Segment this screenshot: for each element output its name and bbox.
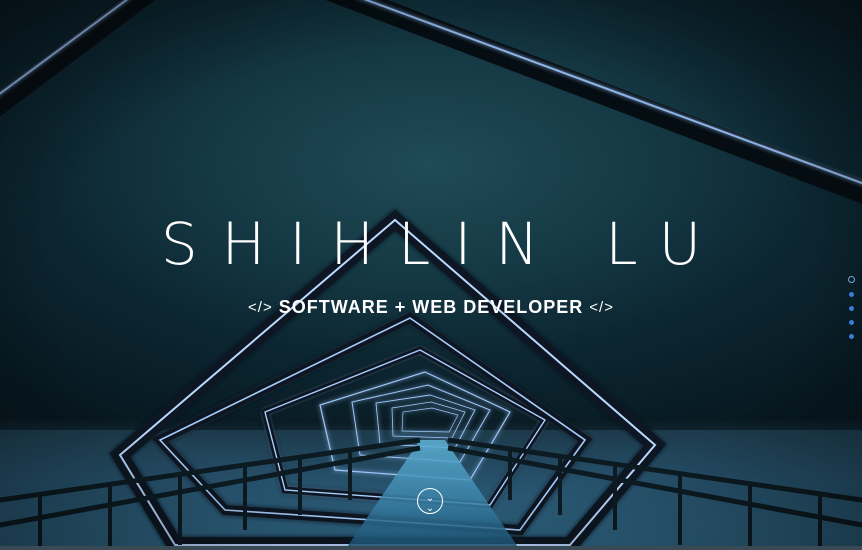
site-subtitle: </> SOFTWARE + WEB DEVELOPER </> [0, 297, 862, 318]
site-title: SHIHLIN LU [160, 210, 726, 278]
scroll-down-button[interactable]: ⌄ ⌄ [417, 488, 443, 514]
subtitle-text: SOFTWARE + WEB DEVELOPER [278, 297, 584, 317]
nav-dot-2[interactable] [848, 292, 854, 297]
nav-dot-3[interactable] [848, 306, 854, 311]
code-icon: </> [589, 299, 614, 316]
nav-dot-1[interactable] [847, 276, 855, 283]
bottom-bar [0, 546, 862, 550]
section-nav-dots [847, 276, 855, 348]
double-chevron-down-icon: ⌄ ⌄ [425, 493, 435, 514]
nav-dot-4[interactable] [848, 320, 854, 325]
code-icon: </> [248, 299, 273, 316]
nav-dot-5[interactable] [848, 334, 854, 339]
hero-section: SHIHLIN LU </> SOFTWARE + WEB DEVELOPER </… [0, 0, 862, 550]
